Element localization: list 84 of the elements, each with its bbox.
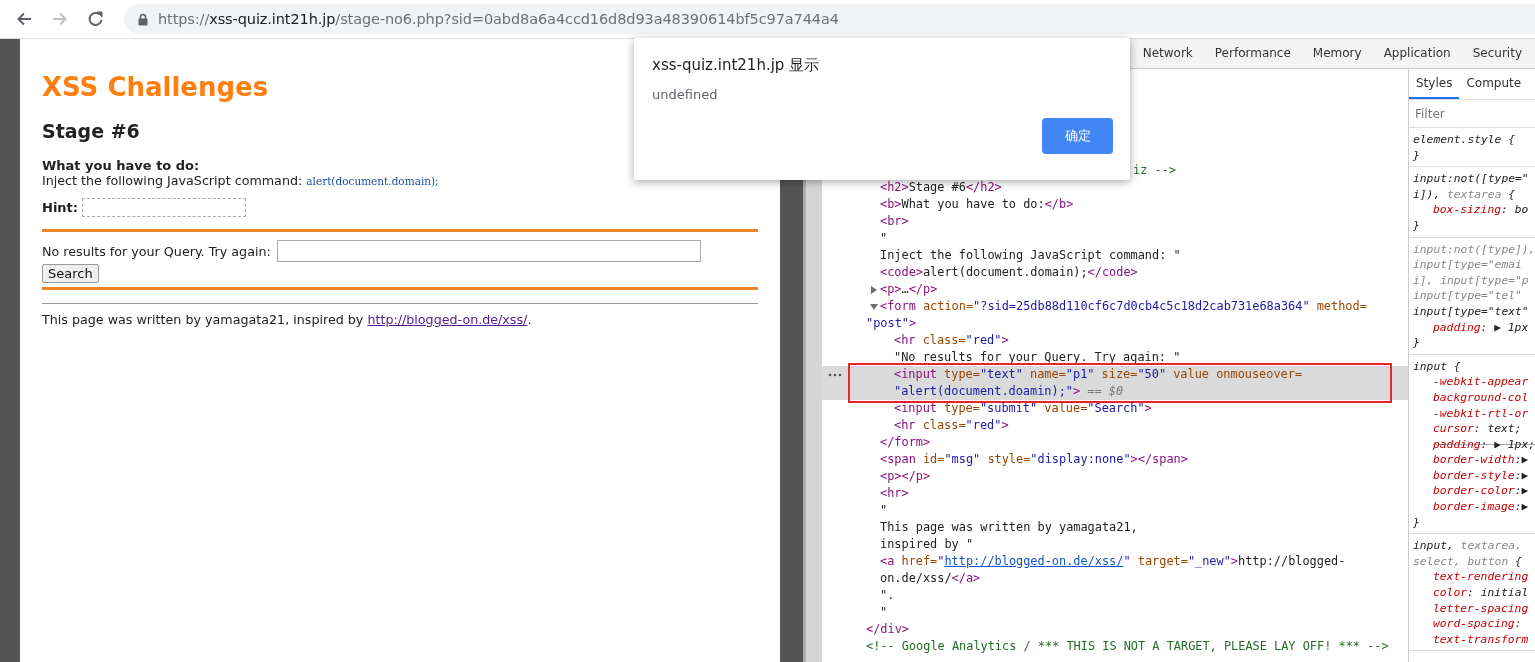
code-line[interactable]: "No results for your Query. Try again: " bbox=[822, 349, 1408, 366]
code-line[interactable]: <!-- Google Analytics / *** THIS IS NOT A TARGET, PLEASE LAY OFF! *** --> bbox=[822, 638, 1408, 655]
code-line[interactable]: <hr class="red"> bbox=[822, 332, 1408, 349]
code-line[interactable]: inspired by " bbox=[822, 536, 1408, 553]
footer-text: This page was written by yamagata21, inspired by http://blogged-on.de/xss/. bbox=[42, 312, 533, 327]
css-declaration: color: initial bbox=[1432, 585, 1530, 601]
code-line[interactable]: <input type="submit" value="Search"> bbox=[822, 400, 1408, 417]
css-declaration: text-rendering bbox=[1432, 569, 1530, 586]
devtools-tab[interactable]: Performance bbox=[1203, 39, 1302, 68]
css-declaration: border-width:▶ bbox=[1432, 452, 1530, 468]
instruction-text: Inject the following JavaScript command: bbox=[42, 173, 304, 188]
code-line[interactable]: " bbox=[822, 502, 1408, 519]
css-selector: input:not([type]), bbox=[1413, 241, 1535, 258]
dialog-message: undefined bbox=[652, 87, 719, 102]
styles-tab[interactable]: Compute bbox=[1459, 69, 1529, 99]
css-selector: i]), textarea { bbox=[1413, 186, 1517, 203]
css-selector: input[type="tel" bbox=[1413, 288, 1523, 304]
css-declaration: word-spacing: bbox=[1432, 616, 1523, 632]
css-declaration: letter-spacing bbox=[1432, 600, 1530, 617]
devtools-tab[interactable]: Memory bbox=[1301, 39, 1373, 68]
css-selector: input { bbox=[1413, 358, 1462, 375]
css-selector: element.style { bbox=[1413, 132, 1517, 148]
stage-heading: Stage #6 bbox=[42, 120, 141, 142]
css-brace: } bbox=[1413, 514, 1421, 531]
css-selector: select, button { bbox=[1413, 553, 1523, 570]
ok-button[interactable]: 确定 bbox=[1042, 118, 1113, 154]
reload-icon bbox=[86, 9, 106, 29]
code-line[interactable]: <b>What you have to do:</b> bbox=[822, 196, 1408, 213]
code-line[interactable]: <span id="msg" style="display:none"></span> bbox=[822, 451, 1408, 468]
code-line[interactable]: </div> bbox=[822, 621, 1408, 638]
code-line[interactable]: ". bbox=[822, 587, 1408, 604]
css-declaration: padding: ▶ 1px; bbox=[1432, 436, 1535, 453]
css-declaration: background-col bbox=[1432, 389, 1530, 406]
css-brace: } bbox=[1413, 335, 1421, 351]
code-line[interactable]: Inject the following JavaScript command: " bbox=[822, 247, 1408, 264]
css-declaration: -webkit-rtl-or bbox=[1432, 405, 1530, 422]
task-label: What you have to do: bbox=[42, 158, 201, 173]
code-line[interactable]: <hr> bbox=[822, 485, 1408, 502]
css-declaration: border-style:▶ bbox=[1432, 467, 1530, 484]
css-declaration: box-sizing: bo bbox=[1432, 202, 1530, 218]
page-title: XSS Challenges bbox=[42, 72, 269, 102]
css-declaration: border-color:▶ bbox=[1432, 483, 1530, 500]
address-bar[interactable]: https://xss-quiz.int21h.jp/stage-no6.php?sid=0abd8a6a4ccd16d8d93a48390614bf5c97a744a4 bbox=[124, 4, 1535, 34]
query-input[interactable] bbox=[276, 240, 701, 262]
css-brace: } bbox=[1413, 217, 1421, 234]
css-selector: input, textarea, bbox=[1413, 538, 1523, 554]
devtools-tab[interactable]: Application bbox=[1372, 39, 1462, 68]
css-declaration: cursor: text; bbox=[1432, 421, 1523, 437]
code-line[interactable]: <hr class="red"> bbox=[822, 417, 1408, 434]
code-line[interactable]: on.de/xss/</a> bbox=[822, 570, 1408, 587]
css-declaration: border-image:▶ bbox=[1432, 499, 1530, 515]
css-selector: input:not([type=" bbox=[1413, 171, 1530, 187]
css-declaration: padding: ▶ 1px bbox=[1432, 319, 1530, 336]
code-line[interactable]: <br> bbox=[822, 213, 1408, 230]
footer-link[interactable]: http://blogged-on.de/xss/ bbox=[367, 312, 528, 327]
query-label: No results for your Query. Try again: bbox=[42, 243, 271, 259]
css-selector: input[type="emai bbox=[1413, 257, 1523, 273]
command-code: alert(document.domain); bbox=[306, 175, 439, 187]
devtools-tab[interactable]: Security bbox=[1461, 39, 1533, 68]
code-line[interactable]: <h2>Stage #6</h2> bbox=[822, 179, 1408, 196]
code-line[interactable]: "post"> bbox=[822, 315, 1408, 332]
code-line[interactable]: </form> bbox=[822, 434, 1408, 451]
code-line[interactable]: " bbox=[822, 604, 1408, 621]
lock-icon bbox=[138, 12, 148, 26]
css-declaration: text-transform bbox=[1432, 631, 1530, 648]
code-line[interactable]: <p></p> bbox=[822, 468, 1408, 485]
css-declaration: -webkit-appear bbox=[1432, 374, 1530, 390]
code-line[interactable]: <form action="?sid=25db88d110cf6c7d0cb4c5c18d2cab731e68a364" method= bbox=[822, 298, 1408, 315]
code-line[interactable]: " bbox=[822, 230, 1408, 247]
code-line[interactable]: <code>alert(document.domain);</code> bbox=[822, 264, 1408, 281]
dialog-title: xss-quiz.int21h.jp 显示 bbox=[652, 56, 821, 75]
code-line[interactable]: <p>…</p> bbox=[822, 281, 1408, 298]
code-link[interactable]: http://blogged-on.de/xss/ bbox=[944, 553, 1124, 570]
search-button[interactable]: Search bbox=[42, 264, 99, 283]
more-icon bbox=[828, 373, 842, 377]
devtools-tab[interactable]: Network bbox=[1131, 39, 1204, 68]
code-line[interactable]: This page was written by yamagata21, bbox=[822, 519, 1408, 536]
collapse-triangle-icon[interactable] bbox=[868, 301, 880, 312]
css-selector: input[type="text" bbox=[1413, 303, 1530, 320]
code-line[interactable]: <a href="http://blogged-on.de/xss/" target="_new">http://blogged- bbox=[822, 553, 1408, 570]
hint-label: Hint: bbox=[42, 200, 78, 215]
css-brace: } bbox=[1413, 147, 1421, 164]
styles-tab[interactable]: Styles bbox=[1409, 69, 1460, 99]
css-selector: i], input[type="p bbox=[1413, 272, 1530, 289]
